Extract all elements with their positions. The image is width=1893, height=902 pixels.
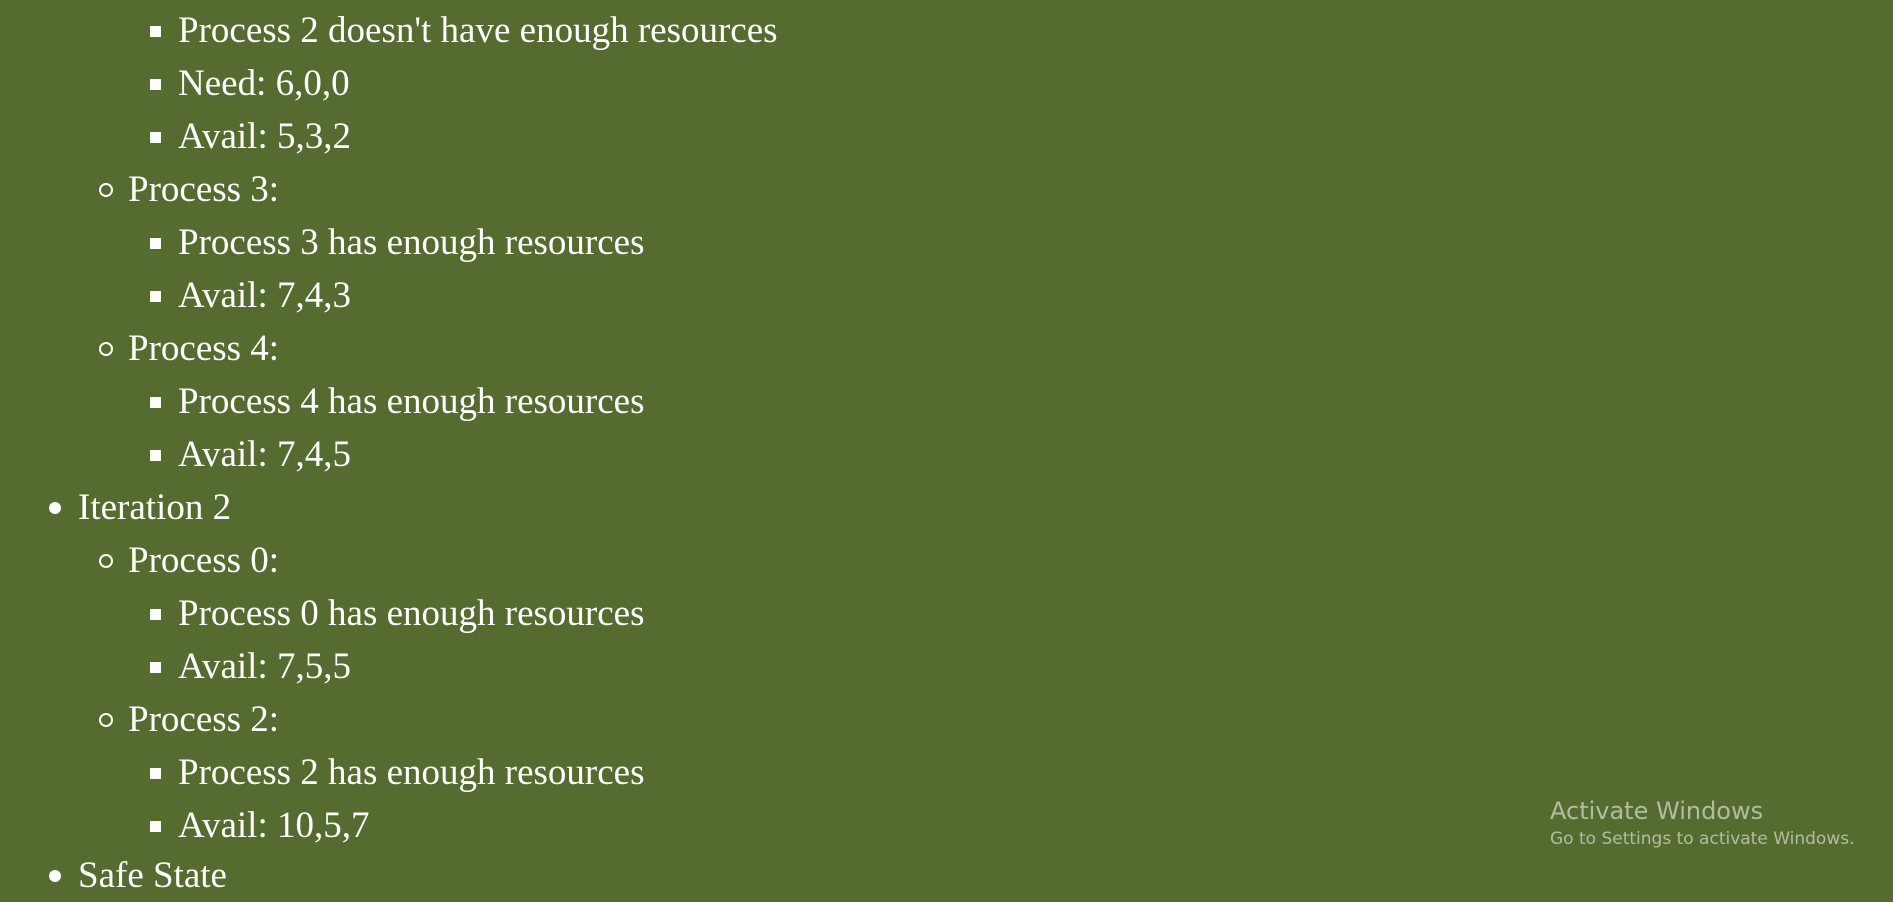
circle-bullet-icon: [99, 553, 113, 568]
list-item-text: Process 4 has enough resources: [178, 381, 645, 422]
disc-bullet-icon: [49, 869, 61, 882]
list-item-text: Avail: 7,4,3: [178, 275, 351, 316]
list-item-text: Process 4:: [128, 328, 280, 369]
watermark-title: Activate Windows: [1550, 797, 1764, 825]
square-bullet-icon: [150, 820, 161, 832]
list-item-text: Avail: 10,5,7: [178, 805, 370, 846]
square-bullet-icon: [150, 25, 161, 37]
list-item-text: Safe State: [78, 855, 227, 896]
list-item-text: Process 3 has enough resources: [178, 222, 645, 263]
square-bullet-icon: [150, 608, 161, 620]
circle-bullet-icon: [99, 341, 113, 356]
square-bullet-icon: [150, 767, 161, 779]
watermark-subtitle: Go to Settings to activate Windows.: [1550, 829, 1855, 849]
square-bullet-icon: [150, 449, 161, 461]
list-item-text: Process 2:: [128, 699, 280, 740]
activate-windows-watermark: Activate Windows Go to Settings to activ…: [1550, 795, 1855, 851]
list-item-text: Iteration 2: [78, 487, 232, 528]
square-bullet-icon: [150, 290, 161, 302]
list-item-text: Process 0:: [128, 540, 280, 581]
list-item-text: Process 0 has enough resources: [178, 593, 645, 634]
square-bullet-icon: [150, 78, 161, 90]
list-item-text: Process 2 doesn't have enough resources: [178, 10, 778, 51]
list-item-text: Avail: 7,5,5: [178, 646, 351, 687]
list-item-text: Avail: 7,4,5: [178, 434, 351, 475]
list-item-text: Avail: 5,3,2: [178, 116, 351, 157]
circle-bullet-icon: [99, 712, 113, 727]
square-bullet-icon: [150, 396, 161, 408]
disc-bullet-icon: [49, 501, 61, 514]
list-item-text: Process 2 has enough resources: [178, 752, 645, 793]
list-item-text: Process 3:: [128, 169, 280, 210]
circle-bullet-icon: [99, 182, 113, 197]
square-bullet-icon: [150, 131, 161, 143]
square-bullet-icon: [150, 661, 161, 673]
list-item-text: Need: 6,0,0: [178, 63, 350, 104]
square-bullet-icon: [150, 237, 161, 249]
